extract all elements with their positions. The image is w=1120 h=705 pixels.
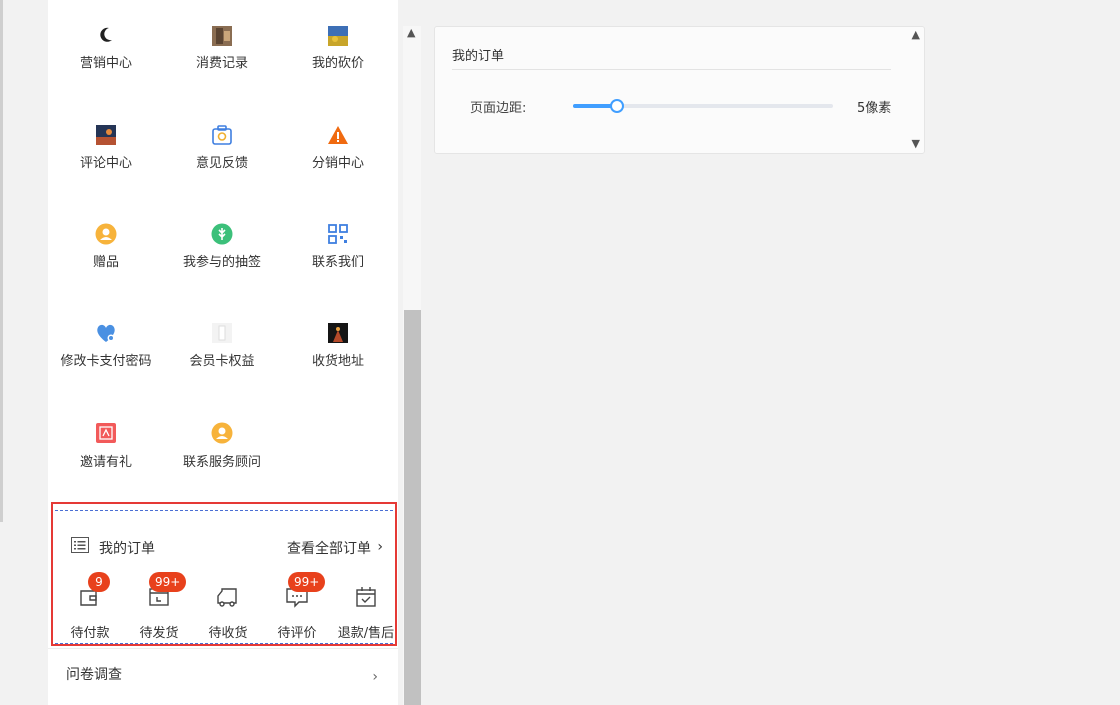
orders-module-selected[interactable]: 我的订单 查看全部订单 › 9 待付款 99+ 待发货 待收货 99+ 待评价 … bbox=[51, 502, 397, 646]
settings-panel: 我的订单 页面边距: 5像素 ▲ ▼ bbox=[434, 26, 925, 154]
grid-item-advisor[interactable]: 联系服务顾问 bbox=[164, 400, 280, 490]
consumption-record-image bbox=[212, 26, 232, 46]
order-status-pending-receipt[interactable]: 待收货 bbox=[193, 585, 263, 645]
order-status-label: 退款/售后 bbox=[337, 626, 395, 641]
grid-item-address[interactable]: 收货地址 bbox=[280, 300, 396, 390]
order-status-refund[interactable]: 退款/售后 bbox=[331, 585, 398, 645]
grid-item-label: 联系我们 bbox=[311, 255, 364, 270]
view-all-orders-link[interactable]: 查看全部订单 bbox=[287, 538, 371, 558]
grid-item-label: 评论中心 bbox=[79, 156, 132, 171]
advisor-user-icon bbox=[211, 422, 233, 444]
grid-item-label: 分销中心 bbox=[311, 156, 364, 171]
page-margin-value: 5像素 bbox=[857, 101, 892, 116]
page-margin-slider[interactable] bbox=[573, 99, 833, 113]
grid-item-comment[interactable]: 评论中心 bbox=[48, 100, 164, 190]
badge-count: 99+ bbox=[288, 572, 326, 592]
heart-lock-icon bbox=[97, 324, 115, 342]
survey-label: 问卷调查 bbox=[66, 667, 122, 683]
scroll-down-arrow-icon[interactable]: ▼ bbox=[912, 137, 920, 150]
badge-count: 99+ bbox=[149, 572, 187, 592]
grid-item-bargain[interactable]: 我的砍价 bbox=[280, 0, 396, 90]
comment-image bbox=[96, 125, 116, 145]
chevron-right-icon: › bbox=[372, 669, 378, 685]
invite-icon bbox=[96, 423, 116, 443]
grid-item-label: 联系服务顾问 bbox=[182, 455, 261, 470]
grid-item-gift[interactable]: 赠品 bbox=[48, 200, 164, 290]
gift-user-icon bbox=[95, 223, 117, 245]
lottery-icon bbox=[211, 223, 233, 245]
grid-item-feedback[interactable]: 意见反馈 bbox=[164, 100, 280, 190]
orders-module: 我的订单 查看全部订单 › 9 待付款 99+ 待发货 待收货 99+ 待评价 … bbox=[55, 510, 394, 645]
orders-title: 我的订单 bbox=[99, 541, 155, 557]
camera-icon bbox=[212, 125, 232, 145]
address-image bbox=[328, 323, 348, 343]
grid-item-marketing[interactable]: 营销中心 bbox=[48, 0, 164, 90]
warning-icon bbox=[328, 126, 348, 144]
grid-item-label: 邀请有礼 bbox=[79, 455, 132, 470]
slider-handle[interactable] bbox=[610, 99, 624, 113]
member-card-image bbox=[212, 323, 232, 343]
phone-preview: 营销中心 消费记录 我的砍价 评论中心 意见反馈 分销中心 赠品 我参与的抽签 … bbox=[48, 0, 398, 705]
order-status-label: 待发货 bbox=[139, 626, 179, 641]
grid-item-label: 会员卡权益 bbox=[189, 354, 255, 369]
order-status-label: 待收货 bbox=[208, 626, 248, 641]
grid-item-label: 消费记录 bbox=[195, 56, 248, 71]
page-margin-label: 页面边距: bbox=[470, 101, 527, 116]
order-status-label: 待评价 bbox=[277, 626, 317, 641]
order-status-label: 待付款 bbox=[70, 626, 110, 641]
grid-item-label: 意见反馈 bbox=[195, 156, 248, 171]
preview-scrollbar[interactable]: ▲ bbox=[403, 26, 421, 705]
scrollbar-thumb[interactable] bbox=[404, 310, 421, 705]
order-status-pending-review[interactable]: 99+ 待评价 bbox=[262, 572, 332, 645]
grid-item-label: 我参与的抽签 bbox=[182, 255, 261, 270]
calendar-check-icon bbox=[356, 587, 376, 607]
scroll-up-arrow-icon[interactable]: ▲ bbox=[912, 28, 920, 41]
badge-count: 9 bbox=[88, 572, 110, 592]
panel-title: 我的订单 bbox=[452, 49, 505, 64]
grid-item-card-password[interactable]: 修改卡支付密码 bbox=[48, 300, 164, 390]
grid-item-distribution[interactable]: 分销中心 bbox=[280, 100, 396, 190]
grid-item-contact-us[interactable]: 联系我们 bbox=[280, 200, 396, 290]
grid-item-lottery[interactable]: 我参与的抽签 bbox=[164, 200, 280, 290]
grid-item-label: 赠品 bbox=[92, 255, 119, 270]
grid-item-label: 修改卡支付密码 bbox=[60, 354, 152, 369]
order-status-pending-payment[interactable]: 9 待付款 bbox=[55, 572, 125, 645]
left-gutter bbox=[3, 0, 48, 705]
grid-item-consumption[interactable]: 消费记录 bbox=[164, 0, 280, 90]
order-status-pending-shipment[interactable]: 99+ 待发货 bbox=[124, 572, 194, 645]
grid-item-member-card[interactable]: 会员卡权益 bbox=[164, 300, 280, 390]
marketing-icon bbox=[100, 27, 112, 42]
grid-item-label: 我的砍价 bbox=[311, 56, 364, 71]
scroll-up-arrow-icon[interactable]: ▲ bbox=[407, 26, 415, 39]
grid-item-invite[interactable]: 邀请有礼 bbox=[48, 400, 164, 490]
grid-item-label: 收货地址 bbox=[311, 354, 364, 369]
list-icon bbox=[71, 537, 89, 553]
divider bbox=[452, 69, 891, 70]
grid-qr-icon bbox=[328, 224, 348, 244]
bargain-image bbox=[328, 26, 348, 46]
truck-icon bbox=[217, 588, 237, 607]
chevron-right-icon: › bbox=[377, 539, 383, 555]
grid-item-label: 营销中心 bbox=[79, 56, 132, 71]
survey-row[interactable]: 问卷调查 › bbox=[48, 648, 398, 705]
